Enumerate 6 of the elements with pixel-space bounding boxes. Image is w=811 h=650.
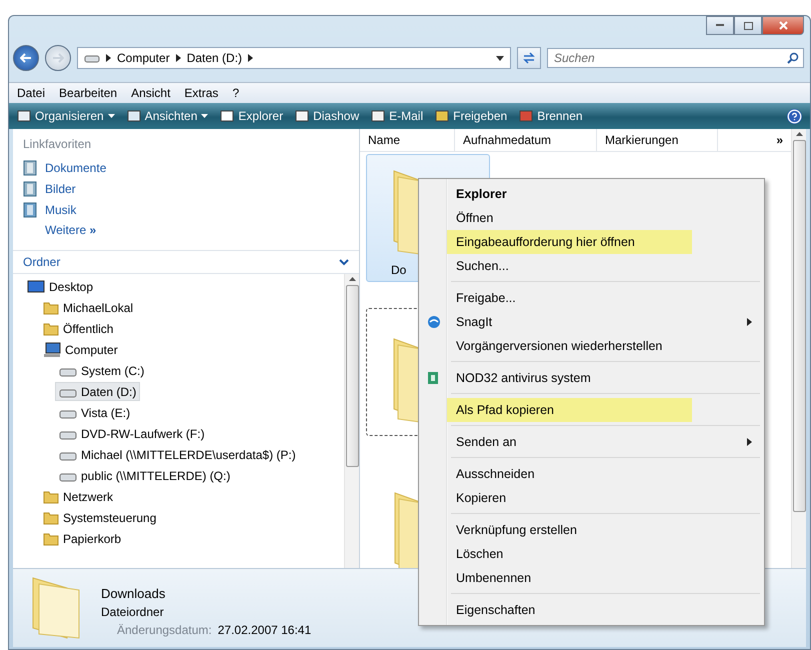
section-title: Ordner xyxy=(23,255,60,269)
field-value: 27.02.2007 16:41 xyxy=(218,622,312,636)
section-title: Linkfavoriten xyxy=(23,137,92,151)
field-label: Änderungsdatum: xyxy=(117,622,212,636)
item-type: Dateiordner xyxy=(101,604,165,618)
item-name: Downloads xyxy=(101,586,166,600)
